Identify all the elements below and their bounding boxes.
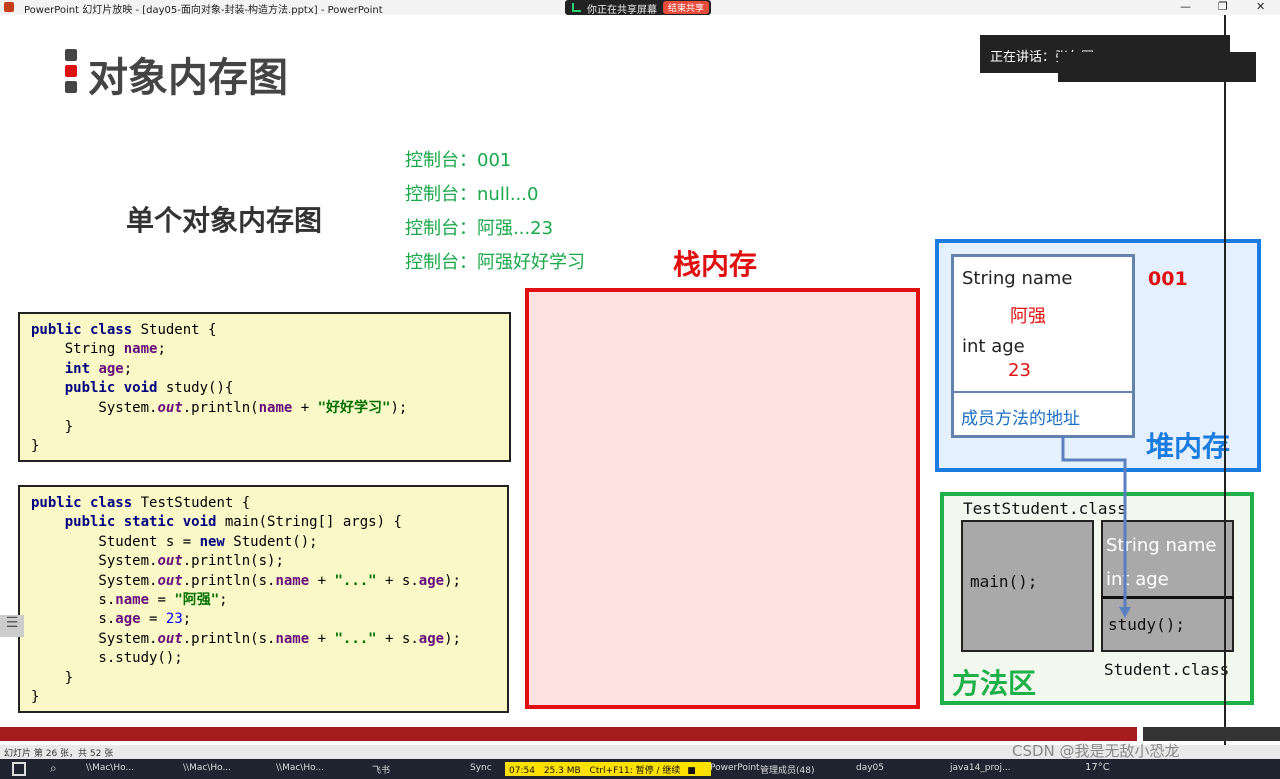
slide-counter: 幻灯片 第 26 张，共 52 张 (4, 749, 114, 759)
taskbar: ⌕ \\Mac\Ho... \\Mac\Ho... \\Mac\Ho... 飞书… (0, 759, 1280, 779)
title-bar: PowerPoint 幻灯片放映 - [day05-面向对象-封装-构造方法.p… (0, 0, 1280, 16)
slide: 对象内存图 单个对象内存图 控制台：001 控制台：null...0 控制台：阿… (0, 15, 1280, 745)
share-text: 你正在共享屏幕 (587, 5, 657, 16)
slide-menu-button[interactable]: ☰ (0, 615, 24, 637)
taskbar-item[interactable]: 管理成员(48) (760, 763, 814, 776)
restore-button[interactable]: ❐ (1218, 0, 1228, 13)
taskbar-item[interactable]: \\Mac\Ho... (276, 763, 324, 773)
share-bar: 你正在共享屏幕 结束共享 (565, 0, 711, 16)
taskbar-item[interactable]: 飞书 (372, 763, 390, 776)
taskbar-item[interactable]: \\Mac\Ho... (183, 763, 231, 773)
watermark: CSDN @我是无敌小恐龙 (1012, 742, 1180, 760)
taskbar-item[interactable]: Sync (470, 763, 492, 773)
signal-icon (572, 3, 581, 12)
status-bar: 幻灯片 第 26 张，共 52 张 CSDN @我是无敌小恐龙 (0, 742, 1280, 760)
taskbar-item[interactable]: day05 (856, 763, 884, 773)
recorder-hint: Ctrl+F11: 暂停 / 继续 (589, 766, 681, 776)
stop-icon[interactable]: ■ (687, 766, 696, 776)
minimize-button[interactable]: — (1180, 0, 1191, 13)
taskbar-item[interactable]: java14_proj... (950, 763, 1011, 773)
recorder-bar: 07:54 25.3 MB Ctrl+F11: 暂停 / 继续 ■ (505, 762, 711, 776)
recorder-size: 25.3 MB (543, 766, 581, 776)
recorder-time: 07:54 (509, 766, 535, 776)
end-share-button[interactable]: 结束共享 (663, 1, 710, 14)
close-button[interactable]: ✕ (1256, 0, 1265, 13)
taskbar-item[interactable]: PowerPoint (710, 763, 760, 773)
start-icon[interactable] (12, 762, 26, 776)
reference-arrow (1061, 435, 1131, 618)
window-title: PowerPoint 幻灯片放映 - [day05-面向对象-封装-构造方法.p… (24, 5, 383, 16)
search-icon[interactable]: ⌕ (50, 761, 57, 776)
taskbar-item[interactable]: \\Mac\Ho... (86, 763, 134, 773)
powerpoint-icon (4, 2, 14, 12)
temperature: 17°C (1085, 762, 1110, 773)
